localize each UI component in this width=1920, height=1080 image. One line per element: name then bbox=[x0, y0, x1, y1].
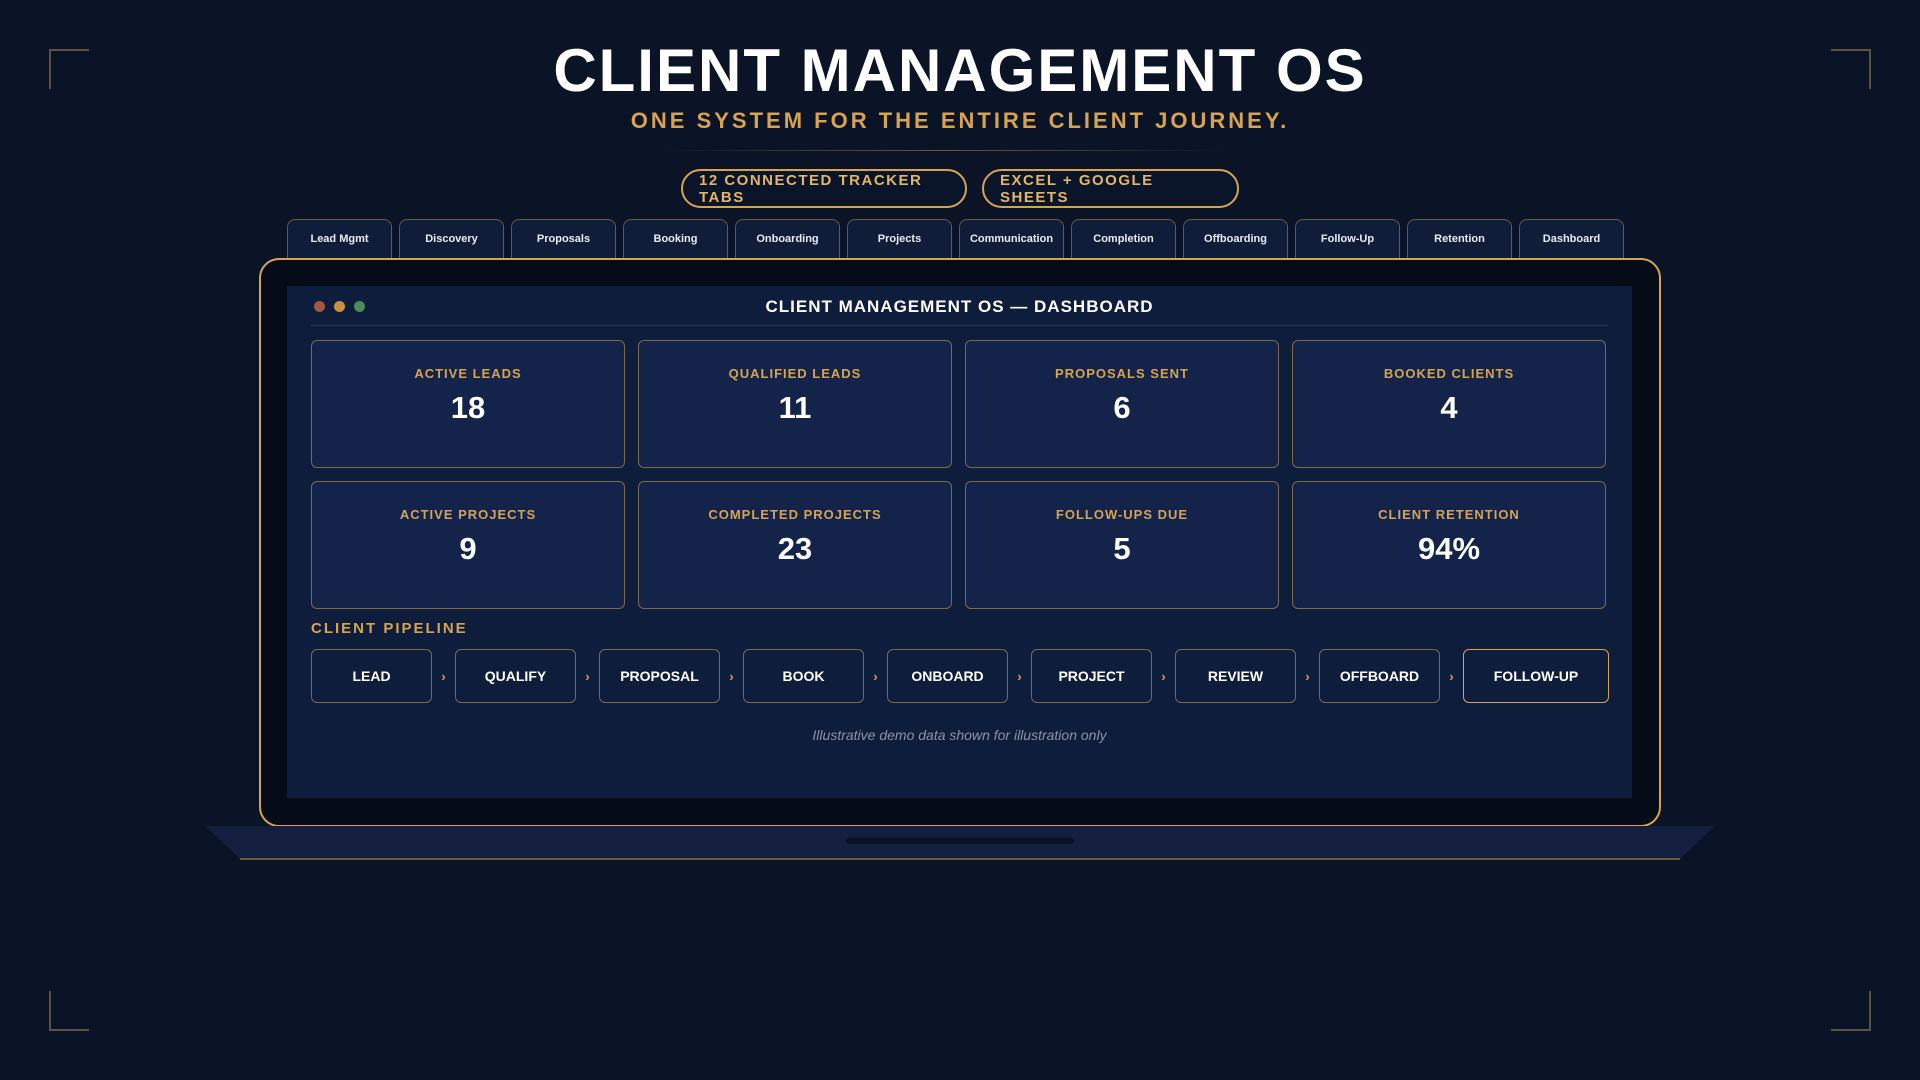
pipeline-stage-lead[interactable]: LEAD bbox=[311, 649, 432, 703]
metric-cards: ACTIVE LEADS 18 QUALIFIED LEADS 11 PROPO… bbox=[311, 340, 1607, 609]
chevron-right-icon: › bbox=[729, 668, 734, 684]
client-pipeline: LEAD › QUALIFY › PROPOSAL › BOOK › ONBOA… bbox=[311, 649, 1609, 703]
metric-card-qualified-leads: QUALIFIED LEADS 11 bbox=[638, 340, 952, 468]
hero-subtitle: ONE SYSTEM FOR THE ENTIRE CLIENT JOURNEY… bbox=[630, 108, 1290, 133]
tab-offboarding[interactable]: Offboarding bbox=[1183, 219, 1288, 258]
tab-communication[interactable]: Communication bbox=[959, 219, 1064, 258]
metric-label: COMPLETED PROJECTS bbox=[708, 507, 882, 522]
tab-dashboard[interactable]: Dashboard bbox=[1519, 219, 1624, 258]
pipeline-stage-project[interactable]: PROJECT bbox=[1031, 649, 1152, 703]
metric-card-booked-clients: BOOKED CLIENTS 4 bbox=[1292, 340, 1606, 468]
corner-frame-bottom-left bbox=[49, 991, 89, 1031]
feature-badges: 12 CONNECTED TRACKER TABS EXCEL + GOOGLE… bbox=[0, 169, 1920, 208]
chevron-right-icon: › bbox=[873, 668, 878, 684]
metric-card-active-projects: ACTIVE PROJECTS 9 bbox=[311, 481, 625, 609]
window-title: CLIENT MANAGEMENT OS — DASHBOARD bbox=[765, 297, 1154, 316]
chevron-right-icon: › bbox=[1161, 668, 1166, 684]
metric-card-follow-ups-due: FOLLOW-UPS DUE 5 bbox=[965, 481, 1279, 609]
metric-label: FOLLOW-UPS DUE bbox=[1055, 507, 1189, 522]
tab-booking[interactable]: Booking bbox=[623, 219, 728, 258]
pipeline-stage-onboard[interactable]: ONBOARD bbox=[887, 649, 1008, 703]
metric-card-active-leads: ACTIVE LEADS 18 bbox=[311, 340, 625, 468]
metric-card-proposals-sent: PROPOSALS SENT 6 bbox=[965, 340, 1279, 468]
metric-label: PROPOSALS SENT bbox=[1055, 366, 1189, 381]
metric-label: ACTIVE PROJECTS bbox=[399, 507, 537, 522]
laptop-base-notch bbox=[846, 838, 1074, 844]
metric-card-completed-projects: COMPLETED PROJECTS 23 bbox=[638, 481, 952, 609]
metric-value: 4 bbox=[1440, 390, 1458, 425]
tab-follow-up[interactable]: Follow-Up bbox=[1295, 219, 1400, 258]
metric-value: 18 bbox=[450, 390, 486, 425]
chevron-right-icon: › bbox=[585, 668, 590, 684]
chevron-right-icon: › bbox=[1017, 668, 1022, 684]
pipeline-stage-follow-up[interactable]: FOLLOW-UP bbox=[1463, 649, 1609, 703]
tab-onboarding[interactable]: Onboarding bbox=[735, 219, 840, 258]
tab-completion[interactable]: Completion bbox=[1071, 219, 1176, 258]
hero-divider bbox=[663, 150, 1223, 151]
hero-title: CLIENT MANAGEMENT OS bbox=[553, 37, 1367, 104]
metric-value: 6 bbox=[1113, 390, 1131, 425]
chevron-right-icon: › bbox=[1305, 668, 1310, 684]
corner-frame-bottom-right bbox=[1831, 991, 1871, 1031]
metric-value: 5 bbox=[1113, 531, 1131, 566]
metric-value: 11 bbox=[778, 390, 812, 425]
chevron-right-icon: › bbox=[1449, 668, 1454, 684]
pipeline-stage-offboard[interactable]: OFFBOARD bbox=[1319, 649, 1440, 703]
tab-retention[interactable]: Retention bbox=[1407, 219, 1512, 258]
tab-proposals[interactable]: Proposals bbox=[511, 219, 616, 258]
demo-data-note: Illustrative demo data shown for illustr… bbox=[812, 727, 1107, 743]
chevron-right-icon: › bbox=[441, 668, 446, 684]
metric-value: 9 bbox=[459, 531, 477, 566]
metric-label: BOOKED CLIENTS bbox=[1383, 366, 1515, 381]
metric-label: ACTIVE LEADS bbox=[414, 366, 522, 381]
tab-lead-mgmt[interactable]: Lead Mgmt bbox=[287, 219, 392, 258]
metric-value: 23 bbox=[777, 531, 813, 566]
dashboard-screen: CLIENT MANAGEMENT OS — DASHBOARD ACTIVE … bbox=[287, 286, 1632, 798]
pipeline-stage-proposal[interactable]: PROPOSAL bbox=[599, 649, 720, 703]
badge-excel-sheets: EXCEL + GOOGLE SHEETS bbox=[982, 169, 1239, 208]
pipeline-stage-qualify[interactable]: QUALIFY bbox=[455, 649, 576, 703]
laptop-base-edge bbox=[240, 858, 1680, 860]
pipeline-title: CLIENT PIPELINE bbox=[311, 620, 468, 637]
metric-label: QUALIFIED LEADS bbox=[728, 366, 862, 381]
pipeline-stage-book[interactable]: BOOK bbox=[743, 649, 864, 703]
tab-projects[interactable]: Projects bbox=[847, 219, 952, 258]
window-title-bar: CLIENT MANAGEMENT OS — DASHBOARD bbox=[311, 286, 1608, 326]
metric-value: 94% bbox=[1417, 531, 1481, 566]
tracker-tab-bar: Lead Mgmt Discovery Proposals Booking On… bbox=[287, 219, 1624, 258]
metric-label: CLIENT RETENTION bbox=[1378, 507, 1520, 522]
tab-discovery[interactable]: Discovery bbox=[399, 219, 504, 258]
metric-card-client-retention: CLIENT RETENTION 94% bbox=[1292, 481, 1606, 609]
pipeline-stage-review[interactable]: REVIEW bbox=[1175, 649, 1296, 703]
badge-tracker-tabs: 12 CONNECTED TRACKER TABS bbox=[681, 169, 967, 208]
